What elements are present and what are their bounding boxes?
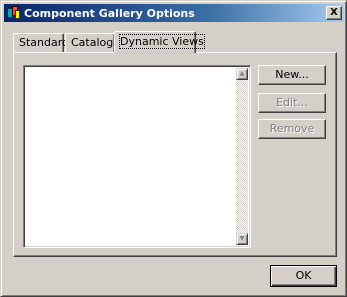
component-gallery-icon [7,6,21,20]
tab-catalogs[interactable]: Catalogs [65,33,119,52]
scroll-up-icon[interactable]: ▲ [236,68,248,80]
tab-standard[interactable]: Standard [13,33,69,52]
window-title: Component Gallery Options [24,6,195,20]
remove-button[interactable]: Remove [258,119,326,139]
tab-dynamic-views-label: Dynamic Views [119,34,205,49]
tab-standard-label: Standard [19,36,70,49]
dynamic-views-list[interactable]: ▲ ▼ [23,65,251,248]
new-button[interactable]: New... [258,65,326,85]
scroll-down-icon[interactable]: ▼ [236,233,248,245]
list-scrollbar[interactable]: ▲ ▼ [236,68,248,245]
ok-button[interactable]: OK [270,265,337,287]
title-bar[interactable]: Component Gallery Options X [4,4,344,22]
dialog-window: Component Gallery Options X Standard Cat… [0,0,347,297]
tab-dynamic-views[interactable]: Dynamic Views [114,31,205,53]
edit-button[interactable]: Edit... [258,93,326,113]
tab-catalogs-label: Catalogs [71,36,119,49]
close-button[interactable]: X [326,6,342,20]
